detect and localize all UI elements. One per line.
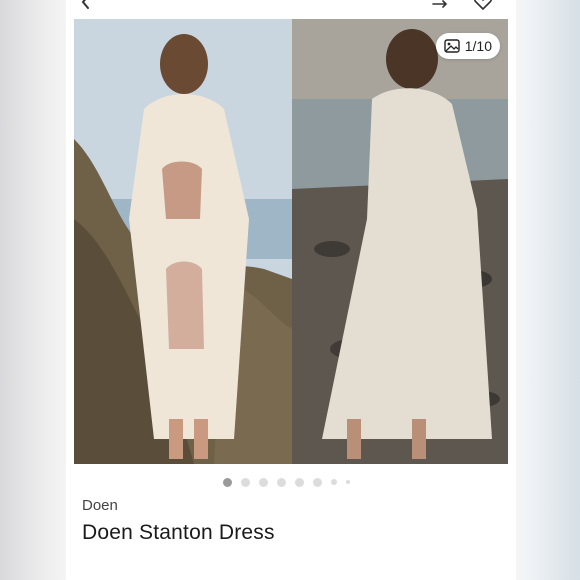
backdrop-left (0, 0, 66, 580)
pagination-dot[interactable] (345, 480, 350, 484)
heart-icon[interactable] (472, 0, 494, 12)
pagination-dot[interactable] (258, 477, 268, 487)
image-counter-badge[interactable]: 1/10 (435, 33, 500, 59)
pagination-dot[interactable] (240, 477, 250, 487)
pagination-dot[interactable] (294, 477, 304, 487)
pagination-dot[interactable] (330, 479, 337, 485)
pagination-dot[interactable] (276, 477, 286, 487)
back-chevron-icon[interactable] (78, 0, 94, 10)
gallery-pagination[interactable] (66, 476, 516, 488)
share-icon[interactable] (430, 0, 452, 12)
image-icon (444, 39, 460, 53)
backdrop-right (514, 0, 580, 580)
top-bar (66, 0, 516, 18)
product-title: Doen Stanton Dress (82, 521, 275, 544)
product-card: 1/10 Doen Doen Stanton Dress (66, 0, 516, 580)
pagination-dot[interactable] (312, 477, 322, 487)
product-photo-1 (74, 19, 292, 464)
image-counter-text: 1/10 (464, 38, 492, 54)
product-brand[interactable]: Doen (82, 497, 118, 514)
image-gallery[interactable]: 1/10 (74, 19, 508, 464)
product-photo-2 (292, 19, 508, 464)
pagination-dot-active[interactable] (222, 477, 232, 487)
